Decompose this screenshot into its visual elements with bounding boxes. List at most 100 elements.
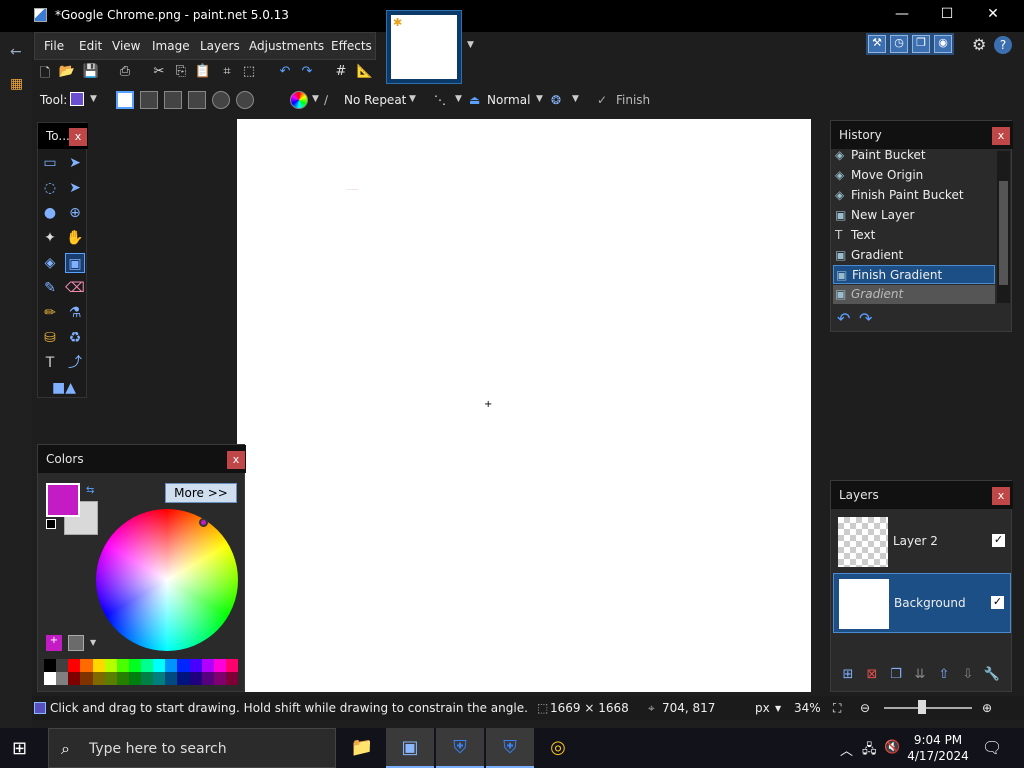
- menu-file[interactable]: File: [44, 39, 64, 53]
- history-undo-icon[interactable]: ↶: [837, 309, 850, 328]
- color-mode-dropdown-icon[interactable]: ▼: [312, 94, 319, 104]
- history-item[interactable]: ◈ Finish Paint Bucket: [833, 186, 995, 205]
- more-colors-button[interactable]: More >>: [165, 483, 237, 503]
- move-selected-icon[interactable]: ➤: [65, 153, 85, 173]
- save-file-icon[interactable]: 💾: [82, 64, 100, 82]
- repeat-mode-value[interactable]: No Repeat: [344, 93, 406, 107]
- palette-swatch[interactable]: [128, 659, 141, 672]
- palette-swatch[interactable]: [177, 672, 190, 685]
- palette-swatch[interactable]: [56, 672, 69, 685]
- history-item-undone[interactable]: ▣ Gradient: [833, 285, 995, 304]
- layers-window-icon[interactable]: ❐: [912, 35, 930, 53]
- palette-dropdown-icon[interactable]: ▼: [90, 638, 96, 647]
- add-layer-icon[interactable]: ⊞: [839, 667, 857, 685]
- new-file-icon[interactable]: 🗋: [36, 64, 54, 82]
- menu-adjustments[interactable]: Adjustments: [249, 39, 324, 53]
- image-canvas[interactable]: ······· +: [237, 119, 811, 692]
- move-layer-down-icon[interactable]: ⇩: [959, 667, 977, 685]
- palette-swatch[interactable]: [116, 672, 129, 685]
- zoom-icon[interactable]: ⊕: [65, 203, 85, 223]
- gradient-spiral-icon[interactable]: [236, 91, 254, 109]
- palette-menu-icon[interactable]: [68, 635, 84, 651]
- cut-icon[interactable]: ✂: [150, 64, 168, 82]
- eraser-icon[interactable]: ⌫: [65, 278, 85, 298]
- primary-color-swatch[interactable]: [46, 483, 80, 517]
- volume-muted-icon[interactable]: 🔇: [884, 740, 900, 755]
- palette-swatch[interactable]: [213, 672, 226, 685]
- menu-effects[interactable]: Effects: [331, 39, 372, 53]
- close-button[interactable]: ✕: [983, 6, 1003, 24]
- pan-hand-icon[interactable]: ✋: [65, 228, 85, 248]
- network-icon[interactable]: 🖧: [862, 740, 877, 762]
- palette-swatch[interactable]: [225, 672, 238, 685]
- paste-icon[interactable]: 📋: [194, 64, 212, 82]
- chrome-icon[interactable]: ◎: [534, 728, 582, 768]
- history-scrollbar[interactable]: [997, 151, 1010, 303]
- palette-swatch[interactable]: [104, 672, 117, 685]
- clip-dropdown-icon[interactable]: ▼: [572, 94, 579, 104]
- shapes-icon[interactable]: ■▲: [48, 378, 80, 398]
- zoom-out-icon[interactable]: ⊖: [860, 701, 870, 715]
- history-panel-close-button[interactable]: x: [992, 127, 1010, 145]
- tray-chevron-icon[interactable]: ︿: [840, 740, 853, 759]
- duplicate-layer-icon[interactable]: ❐: [887, 667, 905, 685]
- zoom-slider-handle[interactable]: [918, 700, 926, 714]
- layer-row-layer-2[interactable]: Layer 2 ✓: [833, 512, 1011, 572]
- open-file-icon[interactable]: 📂: [58, 64, 76, 82]
- color-wheel-handle[interactable]: [199, 518, 208, 527]
- rectangle-select-icon[interactable]: ▭: [40, 153, 60, 173]
- palette-swatch[interactable]: [165, 659, 178, 672]
- history-redo-icon[interactable]: ↷: [859, 309, 872, 328]
- palette-swatch[interactable]: [177, 659, 190, 672]
- selection-clip-icon[interactable]: ❂: [551, 93, 561, 107]
- history-scroll-thumb[interactable]: [999, 181, 1008, 285]
- windows-start-icon[interactable]: ⊞: [12, 738, 34, 760]
- shield-app-icon[interactable]: ⛨: [436, 728, 484, 768]
- colors-window-icon[interactable]: ◉: [934, 35, 952, 53]
- palette-swatch[interactable]: [225, 659, 238, 672]
- palette-swatch[interactable]: [56, 659, 69, 672]
- reset-colors-icon[interactable]: [46, 519, 56, 529]
- history-item[interactable]: ◈ Move Origin: [833, 166, 995, 185]
- palette-swatch[interactable]: [201, 672, 214, 685]
- layers-panel-close-button[interactable]: x: [992, 487, 1010, 505]
- gradient-radial-icon[interactable]: [188, 91, 206, 109]
- lasso-select-icon[interactable]: ◌: [40, 178, 60, 198]
- crop-icon[interactable]: ⌗: [218, 64, 236, 82]
- palette-swatch[interactable]: [68, 672, 81, 685]
- blend-dropdown-icon[interactable]: ▼: [536, 94, 543, 104]
- history-item[interactable]: ▣ Gradient: [833, 246, 995, 265]
- move-selection-icon[interactable]: ➤: [65, 178, 85, 198]
- palette-swatch[interactable]: [201, 659, 214, 672]
- tool-dropdown-icon[interactable]: ▼: [90, 94, 97, 104]
- palette-swatch[interactable]: [153, 672, 166, 685]
- palette-swatch[interactable]: [213, 659, 226, 672]
- taskbar-clock[interactable]: 9:04 PM 4/17/2024: [906, 732, 970, 764]
- pencil-icon[interactable]: ✏: [40, 303, 60, 323]
- antialias-dropdown-icon[interactable]: ▼: [455, 94, 462, 104]
- history-item[interactable]: T Text: [833, 226, 995, 245]
- copy-icon[interactable]: ⎘: [172, 64, 190, 82]
- apps-grid-icon[interactable]: ▦: [10, 76, 26, 92]
- history-item-selected[interactable]: ▣ Finish Gradient: [833, 265, 995, 284]
- palette-swatch[interactable]: [80, 672, 93, 685]
- history-window-icon[interactable]: ◷: [890, 35, 908, 53]
- notifications-icon[interactable]: 🗨: [982, 738, 1002, 757]
- shield-app-icon-2[interactable]: ⛨: [486, 728, 534, 768]
- paintbrush-icon[interactable]: ✎: [40, 278, 60, 298]
- print-icon[interactable]: ⎙: [116, 64, 134, 82]
- layer-visibility-checkbox[interactable]: ✓: [992, 534, 1005, 547]
- ellipse-select-icon[interactable]: ●: [40, 203, 60, 223]
- blend-mode-value[interactable]: Normal: [487, 93, 530, 107]
- line-curve-icon[interactable]: ⤴: [65, 353, 85, 373]
- gradient-tool-icon[interactable]: ▣: [65, 253, 85, 273]
- current-tool-icon[interactable]: [70, 92, 84, 106]
- clone-stamp-icon[interactable]: ⛁: [40, 328, 60, 348]
- maximize-button[interactable]: ☐: [937, 6, 957, 24]
- menu-image[interactable]: Image: [152, 39, 190, 53]
- palette-swatch[interactable]: [44, 659, 57, 672]
- recolor-icon[interactable]: ♻: [65, 328, 85, 348]
- units-dropdown-icon[interactable]: ▼: [775, 704, 781, 713]
- swap-colors-icon[interactable]: ⇆: [86, 485, 94, 496]
- palette-swatch[interactable]: [44, 672, 57, 685]
